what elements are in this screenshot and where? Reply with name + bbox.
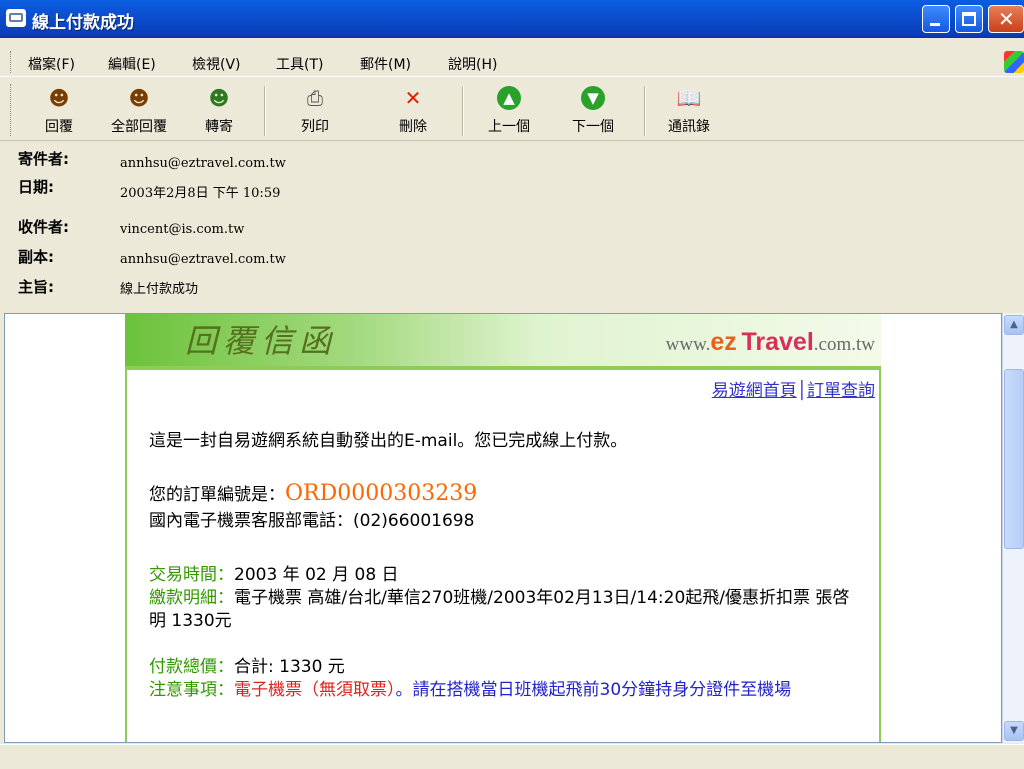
order-line: 您的訂單編號是：ORD0000303239: [149, 482, 859, 507]
banner-title: 回覆信函: [185, 322, 338, 360]
site-prefix: www.: [665, 334, 711, 355]
mail-icon: [6, 9, 26, 27]
previous-label: 上一個: [488, 119, 530, 135]
maximize-button[interactable]: [955, 5, 983, 33]
phone-line: 國內電子機票客服部電話：(02)66001698: [149, 511, 475, 531]
previous-button[interactable]: ▲ 上一個: [474, 86, 544, 138]
toolbar-grip: [10, 84, 13, 136]
email-links: 易遊網首頁│訂單查詢: [712, 376, 875, 401]
window-title: 線上付款成功: [32, 13, 134, 33]
link-separator: │: [796, 381, 807, 401]
site-travel: Travel: [741, 328, 814, 356]
toolbar-separator: [462, 86, 464, 136]
scroll-down-arrow-icon[interactable]: ▼: [1004, 721, 1024, 741]
subject-label: 主旨:: [18, 278, 54, 296]
order-number: ORD0000303239: [285, 481, 478, 506]
print-button[interactable]: ⎙ 列印: [280, 86, 350, 138]
txn-label: 交易時間：: [149, 565, 234, 585]
from-value: annhsu@eztravel.com.tw: [120, 156, 286, 171]
next-button[interactable]: ▼ 下一個: [558, 86, 628, 138]
order-query-link[interactable]: 訂單查詢: [807, 381, 875, 401]
date-label: 日期:: [18, 178, 54, 196]
menu-edit[interactable]: 編輯(E): [108, 54, 156, 74]
note-label: 注意事項：: [149, 680, 234, 700]
date-value: 2003年2月8日 下午 10:59: [120, 186, 281, 201]
reply-all-button[interactable]: ☻ 全部回覆: [104, 86, 174, 138]
up-arrow-icon: ▲: [497, 86, 521, 110]
forward-icon: ☻: [208, 86, 230, 110]
menu-file[interactable]: 檔案(F): [28, 54, 75, 74]
note-blue: 。請在搭機當日班機起飛前30分鐘持身分證件至機場: [395, 680, 792, 700]
menu-grip: [10, 51, 13, 73]
address-book-label: 通訊錄: [668, 119, 710, 135]
site-suffix: .com.tw: [813, 334, 875, 355]
total-value: 合計: 1330 元: [234, 657, 345, 677]
menu-mail[interactable]: 郵件(M): [360, 54, 411, 74]
txn-line: 交易時間：2003 年 02 月 08 日: [149, 564, 859, 587]
home-link[interactable]: 易遊網首頁: [712, 381, 797, 401]
toolbar-separator: [264, 86, 266, 136]
address-book-button[interactable]: 📖 通訊錄: [654, 86, 724, 138]
total-label: 付款總價：: [149, 657, 234, 677]
print-label: 列印: [301, 119, 329, 135]
status-bar: [0, 744, 1024, 769]
toolbar-separator: [644, 86, 646, 136]
detail-line: 繳款明細：電子機票 高雄/台北/華信270班機/2003年02月13日/14:2…: [149, 587, 859, 633]
reply-icon: ☻: [48, 86, 70, 110]
detail-label: 繳款明細：: [149, 588, 234, 608]
title-bar: 線上付款成功: [0, 0, 1024, 38]
cc-label: 副本:: [18, 248, 54, 266]
reply-button[interactable]: ☻ 回覆: [24, 86, 94, 138]
vertical-scrollbar[interactable]: ▲ ▼: [1002, 313, 1024, 743]
reply-label: 回覆: [45, 119, 73, 135]
minimize-button[interactable]: [922, 5, 950, 33]
total-line: 付款總價：合計: 1330 元: [149, 656, 859, 679]
menu-help[interactable]: 說明(H): [448, 54, 497, 74]
to-label: 收件者:: [18, 218, 69, 236]
windows-logo-icon: [1004, 51, 1024, 73]
txn-value: 2003 年 02 月 08 日: [234, 565, 399, 585]
menu-tools[interactable]: 工具(T): [276, 54, 323, 74]
menu-view[interactable]: 檢視(V): [192, 54, 241, 74]
site-logo: www.ez Travel.com.tw: [666, 328, 875, 357]
toolbar: ☻ 回覆 ☻ 全部回覆 ☻ 轉寄 ⎙ 列印 ✕ 刪除 ▲ 上一個 ▼ 下一個 📖…: [0, 80, 1024, 141]
scroll-up-arrow-icon[interactable]: ▲: [1004, 315, 1024, 335]
message-body[interactable]: 回覆信函 www.ez Travel.com.tw 易遊網首頁│訂單查詢 這是一…: [4, 313, 1002, 743]
email-content-box: 易遊網首頁│訂單查詢 這是一封自易遊網系統自動發出的E-mail。您已完成線上付…: [125, 370, 881, 742]
close-button[interactable]: [988, 5, 1024, 33]
scroll-thumb[interactable]: [1004, 369, 1024, 549]
forward-button[interactable]: ☻ 轉寄: [184, 86, 254, 138]
note-line: 注意事項：電子機票（無須取票）。請在搭機當日班機起飛前30分鐘持身分證件至機場: [149, 679, 859, 702]
down-arrow-icon: ▼: [581, 86, 605, 110]
message-header: 寄件者: annhsu@eztravel.com.tw 日期: 2003年2月8…: [0, 142, 1024, 310]
delete-icon: ✕: [404, 86, 422, 110]
delete-button[interactable]: ✕ 刪除: [378, 86, 448, 138]
reply-all-label: 全部回覆: [111, 119, 167, 135]
detail-value: 電子機票 高雄/台北/華信270班機/2003年02月13日/14:20起飛/優…: [149, 588, 850, 631]
printer-icon: ⎙: [307, 86, 323, 110]
menu-bar: 檔案(F) 編輯(E) 檢視(V) 工具(T) 郵件(M) 說明(H): [0, 48, 1024, 77]
note-red: 電子機票（無須取票）: [234, 680, 396, 700]
next-label: 下一個: [572, 119, 614, 135]
order-label: 您的訂單編號是：: [149, 485, 285, 505]
delete-label: 刪除: [399, 119, 427, 135]
address-book-icon: 📖: [676, 86, 702, 110]
subject-value: 線上付款成功: [120, 282, 199, 297]
intro-text: 這是一封自易遊網系統自動發出的E-mail。您已完成線上付款。: [149, 431, 628, 451]
cc-value: annhsu@eztravel.com.tw: [120, 252, 286, 267]
email-banner: 回覆信函 www.ez Travel.com.tw: [125, 314, 881, 366]
site-ez: ez: [710, 328, 737, 356]
from-label: 寄件者:: [18, 150, 69, 168]
forward-label: 轉寄: [205, 119, 233, 135]
to-value: vincent@is.com.tw: [120, 222, 245, 237]
reply-all-icon: ☻: [128, 86, 150, 110]
